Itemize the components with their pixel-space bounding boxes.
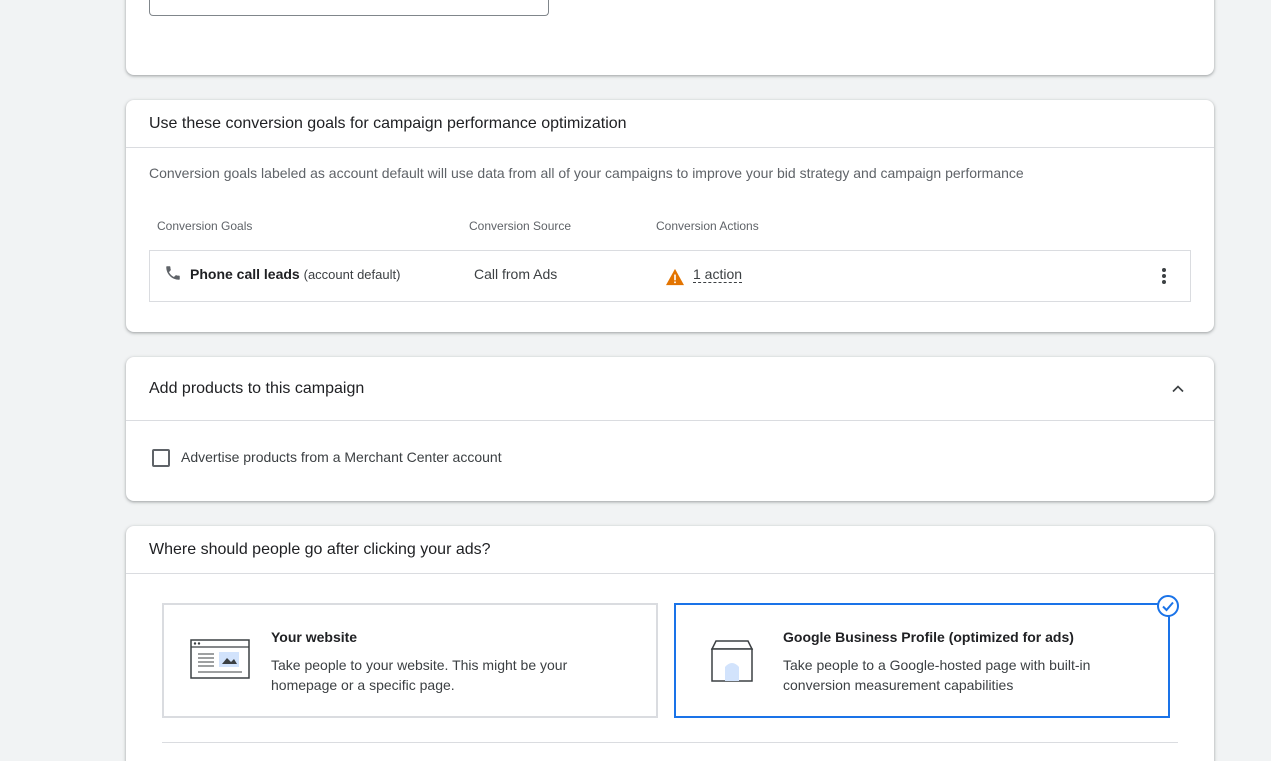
text-input-field[interactable]	[149, 0, 549, 16]
merchant-center-checkbox-label[interactable]: Advertise products from a Merchant Cente…	[181, 449, 502, 465]
storefront-illustration-icon	[710, 640, 754, 682]
goal-source: Call from Ads	[474, 266, 558, 282]
chevron-up-icon[interactable]	[1168, 379, 1188, 399]
divider	[162, 742, 1178, 743]
conversion-goals-title: Use these conversion goals for campaign …	[126, 100, 1214, 148]
products-title[interactable]: Add products to this campaign	[126, 357, 1214, 421]
option-google-business-profile[interactable]: Google Business Profile (optimized for a…	[674, 603, 1170, 718]
account-default-label: (account default)	[303, 267, 401, 282]
header-conversion-actions: Conversion Actions	[656, 219, 759, 233]
website-illustration-icon	[190, 639, 250, 679]
destination-title: Where should people go after clicking yo…	[126, 526, 1214, 574]
merchant-center-checkbox[interactable]	[152, 449, 170, 467]
products-card: Add products to this campaign Advertise …	[126, 357, 1214, 501]
option-your-website[interactable]: Your website Take people to your website…	[162, 603, 658, 718]
warning-icon	[666, 268, 684, 286]
conversion-actions-link[interactable]: 1 action	[693, 266, 743, 283]
previous-section-card	[126, 0, 1214, 75]
option-description: Take people to your website. This might …	[271, 657, 568, 693]
option-description: Take people to a Google-hosted page with…	[783, 657, 1091, 693]
destination-card: Where should people go after clicking yo…	[126, 526, 1214, 761]
conversion-goals-card: Use these conversion goals for campaign …	[126, 100, 1214, 332]
header-conversion-source: Conversion Source	[469, 219, 572, 233]
more-vert-icon[interactable]	[1156, 266, 1172, 286]
phone-icon	[166, 266, 180, 280]
page: Use these conversion goals for campaign …	[0, 0, 1271, 761]
option-title: Google Business Profile (optimized for a…	[783, 629, 1074, 645]
table-row: Phone call leads (account default) Call …	[149, 250, 1191, 302]
header-conversion-goals: Conversion Goals	[157, 219, 253, 233]
check-circle-icon	[1157, 595, 1179, 617]
conversion-goals-description: Conversion goals labeled as account defa…	[149, 165, 1024, 181]
option-title: Your website	[271, 629, 358, 645]
goal-name: Phone call leads (account default)	[190, 266, 401, 282]
